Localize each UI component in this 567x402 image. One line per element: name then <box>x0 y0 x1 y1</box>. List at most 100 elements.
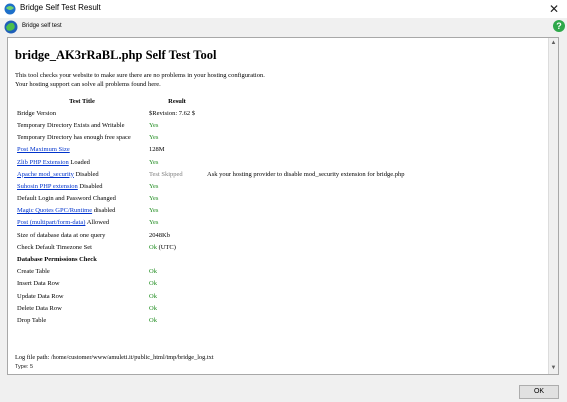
note-cell <box>205 156 405 168</box>
test-title: Temporary Directory Exists and Writable <box>17 121 125 129</box>
result-cell: Yes <box>147 205 205 217</box>
results-table: Test Title Result Bridge Version $Revisio… <box>15 95 405 327</box>
test-title: Temporary Directory has enough free spac… <box>17 134 131 142</box>
results-panel: bridge_AK3rRaBL.php Self Test Tool This … <box>7 37 559 375</box>
db-test-title: Drop Table <box>17 316 47 324</box>
test-suffix: Disabled <box>73 170 99 178</box>
table-row: Update Data Row Ok <box>15 290 405 302</box>
test-link[interactable]: Magic Quotes GPC/Runtime <box>17 207 92 214</box>
test-link[interactable]: Suhosin PHP extension <box>17 183 78 190</box>
table-header-row: Test Title Result <box>15 95 405 107</box>
note-cell <box>205 229 405 241</box>
result-value: Yes <box>149 121 159 129</box>
test-suffix: disabled <box>92 207 116 215</box>
test-link[interactable]: Post (multipart/form-data) <box>17 219 85 226</box>
result-extra: (UTC) <box>156 243 176 251</box>
db-section-title: Database Permissions Check <box>17 256 97 264</box>
test-link[interactable]: Apache mod_security <box>17 171 74 178</box>
result-cell: Yes <box>147 217 205 229</box>
db-test-title: Delete Data Row <box>17 304 62 312</box>
result-value: 128M <box>149 146 165 154</box>
test-link[interactable]: Post Maximum Size <box>17 146 70 153</box>
result-cell: Yes <box>147 132 205 144</box>
scroll-down-icon[interactable]: ▼ <box>550 364 557 373</box>
note-cell <box>205 119 405 131</box>
intro-text: This tool checks your website to make su… <box>15 72 545 89</box>
app-icon <box>4 3 16 15</box>
col-test-title: Test Title <box>69 97 95 105</box>
test-title: Default Login and Password Changed <box>17 195 116 203</box>
title-bar: Bridge Self Test Result ✕ <box>0 0 567 19</box>
result-value: 2048Kb <box>149 231 170 239</box>
section-row: Database Permissions Check <box>15 253 405 265</box>
report-body: bridge_AK3rRaBL.php Self Test Tool This … <box>15 48 545 327</box>
test-title-cell: Apache mod_security Disabled <box>15 168 147 180</box>
note-cell <box>205 144 405 156</box>
results-rows: Bridge Version $Revision: 7.62 $ Temporary… <box>15 107 405 326</box>
table-row: Create Table Ok <box>15 266 405 278</box>
page-title: bridge_AK3rRaBL.php Self Test Tool <box>15 48 217 62</box>
result-cell: Yes <box>147 156 205 168</box>
table-row: Insert Data Row Ok <box>15 278 405 290</box>
result-value: Yes <box>149 182 159 190</box>
table-row: Default Login and Password Changed Yes <box>15 193 405 205</box>
table-row: Magic Quotes GPC/Runtime disabled Yes <box>15 205 405 217</box>
note-cell <box>205 193 405 205</box>
result-value: Yes <box>149 207 159 215</box>
help-icon[interactable]: ? <box>552 19 566 35</box>
col-result: Result <box>168 97 186 105</box>
note-text: Ask your hosting provider to disable mod… <box>207 170 405 178</box>
db-test-title: Update Data Row <box>17 292 64 300</box>
result-cell: Ok <box>147 278 205 290</box>
vertical-scrollbar[interactable]: ▲ ▼ <box>548 38 558 374</box>
table-row: Post (multipart/form-data) Allowed Yes <box>15 217 405 229</box>
test-title-cell: Suhosin PHP extension Disabled <box>15 180 147 192</box>
header-bar: Bridge self test ? <box>0 18 567 37</box>
result-cell: Yes <box>147 119 205 131</box>
table-row: Post Maximum Size 128M <box>15 144 405 156</box>
test-title-cell: Size of database data at one query <box>15 229 147 241</box>
result-cell: Ok <box>147 302 205 314</box>
result-cell: Ok <box>147 290 205 302</box>
test-title-cell: Zlib PHP Extension Loaded <box>15 156 147 168</box>
table-row: Delete Data Row Ok <box>15 302 405 314</box>
result-value: Ok <box>149 304 157 312</box>
note-cell <box>205 132 405 144</box>
result-cell: Test Skipped <box>147 168 205 180</box>
test-title-cell: Bridge Version <box>15 107 147 119</box>
test-link[interactable]: Zlib PHP Extension <box>17 159 69 166</box>
result-cell: Ok <box>147 266 205 278</box>
note-cell <box>205 180 405 192</box>
ok-button[interactable]: OK <box>519 385 559 399</box>
test-suffix: Allowed <box>85 219 110 227</box>
result-cell: 2048Kb <box>147 229 205 241</box>
result-value: Ok <box>149 268 157 276</box>
note-cell <box>205 217 405 229</box>
intro-line: This tool checks your website to make su… <box>15 72 265 79</box>
test-title: Check Default Timezone Set <box>17 243 92 251</box>
type-text: Type: 5 <box>15 364 34 370</box>
db-test-title: Insert Data Row <box>17 280 60 288</box>
test-title: Bridge Version <box>17 109 57 117</box>
result-value: Test Skipped <box>149 170 183 178</box>
note-cell <box>205 205 405 217</box>
table-row: Apache mod_security Disabled Test Skipped… <box>15 168 405 180</box>
table-row: Drop Table Ok <box>15 314 405 326</box>
table-row: Temporary Directory has enough free spac… <box>15 132 405 144</box>
note-cell: Ask your hosting provider to disable mod… <box>205 168 405 180</box>
scroll-up-icon[interactable]: ▲ <box>550 39 557 48</box>
test-title-cell: Check Default Timezone Set <box>15 241 147 253</box>
result-cell: Yes <box>147 180 205 192</box>
close-icon[interactable]: ✕ <box>545 1 563 17</box>
result-value: Yes <box>149 158 159 166</box>
result-cell: Yes <box>147 193 205 205</box>
result-cell: Ok <box>147 314 205 326</box>
table-row: Bridge Version $Revision: 7.62 $ <box>15 107 405 119</box>
result-value: Yes <box>149 195 159 203</box>
table-row: Temporary Directory Exists and Writable Y… <box>15 119 405 131</box>
table-row: Zlib PHP Extension Loaded Yes <box>15 156 405 168</box>
result-value: Ok <box>149 280 157 288</box>
test-title-cell: Magic Quotes GPC/Runtime disabled <box>15 205 147 217</box>
note-cell <box>205 107 405 119</box>
table-row: Size of database data at one query 2048Kb <box>15 229 405 241</box>
